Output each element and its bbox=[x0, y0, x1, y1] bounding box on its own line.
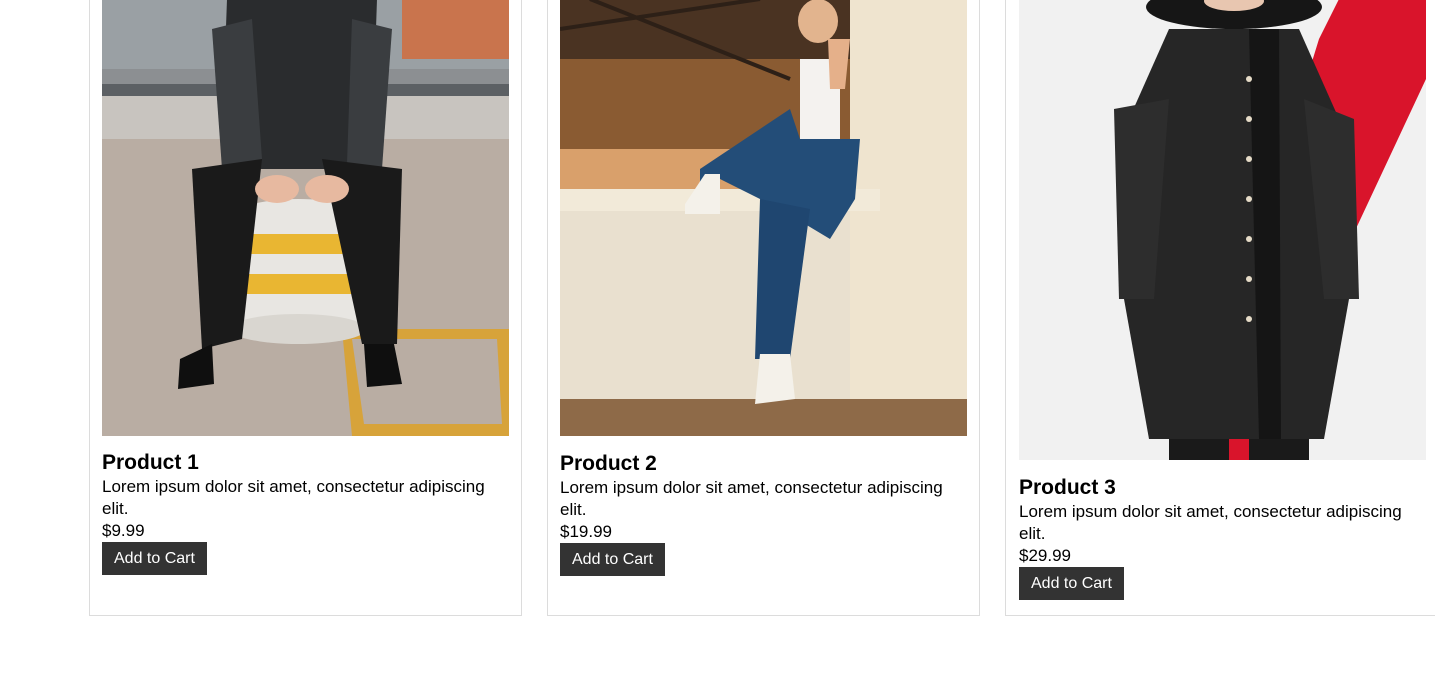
product-price: $9.99 bbox=[102, 521, 145, 540]
product-description: Lorem ipsum dolor sit amet, consectetur … bbox=[560, 478, 943, 519]
product-description: Lorem ipsum dolor sit amet, consectetur … bbox=[1019, 502, 1402, 543]
product-price: $29.99 bbox=[1019, 546, 1071, 565]
product-title: Product 1 bbox=[102, 451, 199, 474]
add-to-cart-button[interactable]: Add to Cart bbox=[560, 543, 665, 576]
product-title: Product 2 bbox=[560, 452, 657, 475]
add-to-cart-button[interactable]: Add to Cart bbox=[102, 542, 207, 575]
product-image bbox=[102, 0, 509, 436]
product-image bbox=[560, 0, 967, 436]
product-card: Product 1 Lorem ipsum dolor sit amet, co… bbox=[89, 0, 522, 616]
product-image bbox=[1019, 0, 1426, 460]
product-title: Product 3 bbox=[1019, 476, 1116, 499]
product-description: Lorem ipsum dolor sit amet, consectetur … bbox=[102, 477, 485, 518]
product-price: $19.99 bbox=[560, 522, 612, 541]
add-to-cart-button[interactable]: Add to Cart bbox=[1019, 567, 1124, 600]
product-card: Product 2 Lorem ipsum dolor sit amet, co… bbox=[547, 0, 980, 616]
product-card: Product 3 Lorem ipsum dolor sit amet, co… bbox=[1005, 0, 1435, 616]
